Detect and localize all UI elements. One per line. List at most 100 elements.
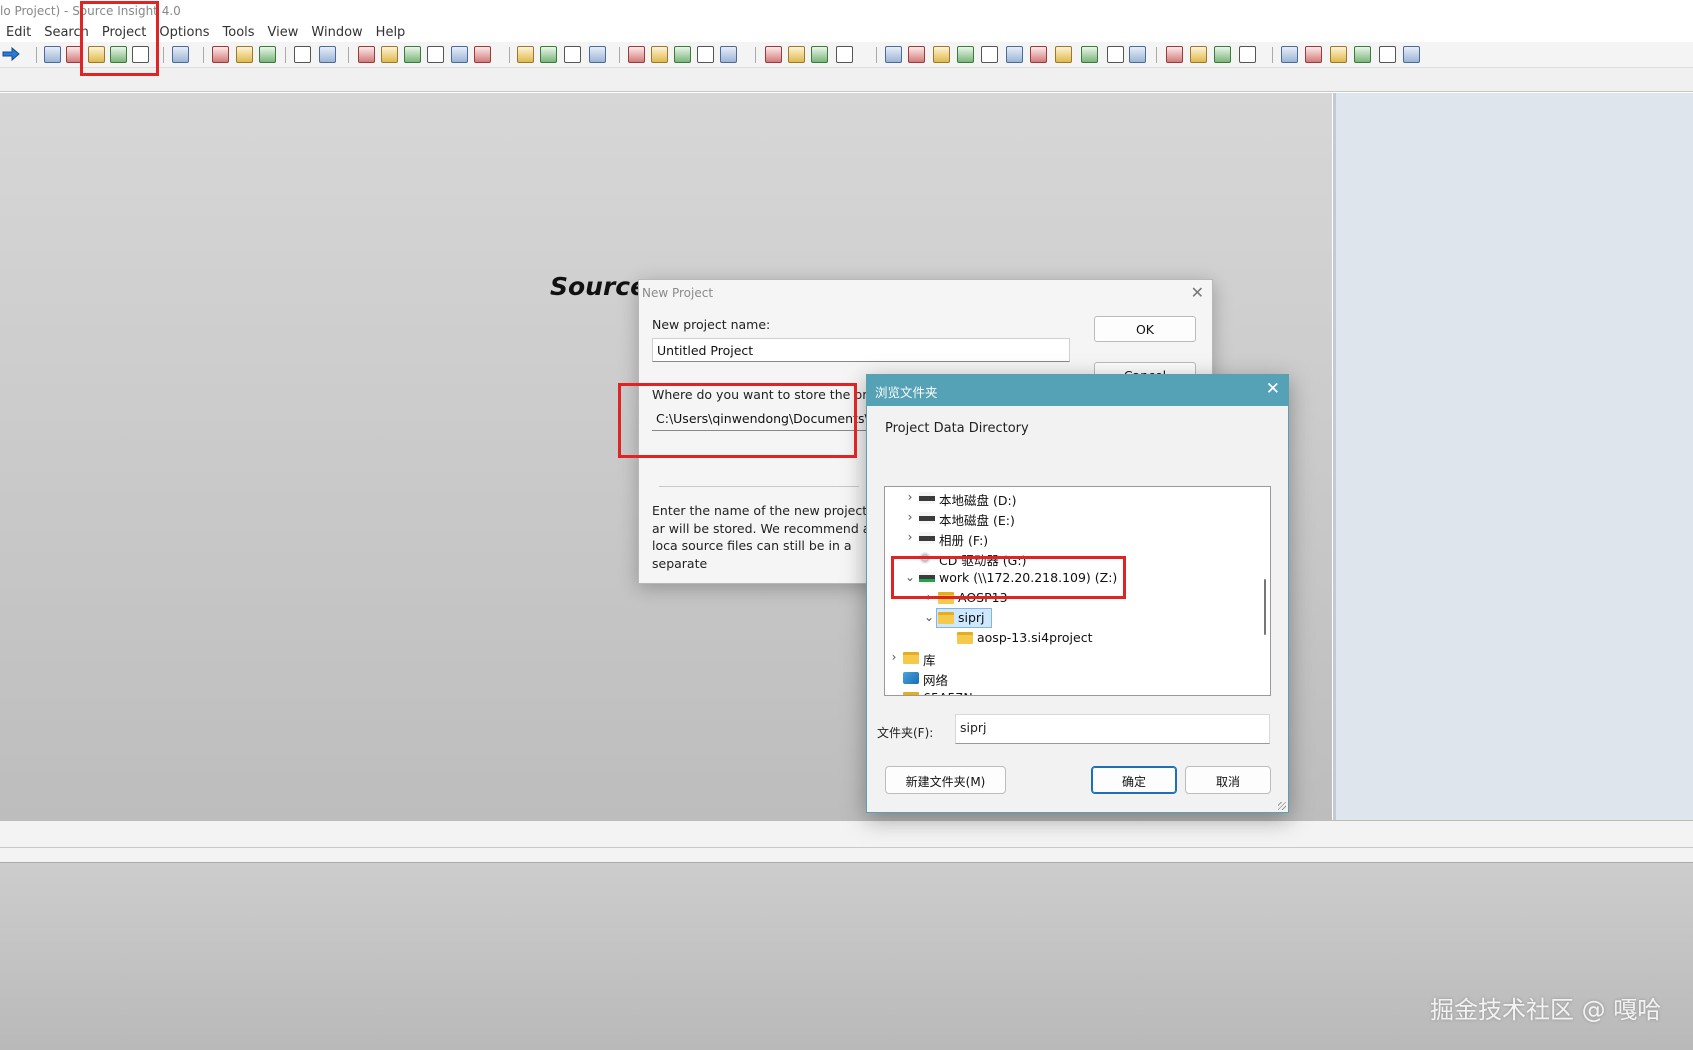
toolbar-button-icon[interactable]	[294, 46, 311, 63]
toolbar-button-icon[interactable]	[564, 46, 581, 63]
toolbar-button-icon[interactable]	[212, 46, 229, 63]
tree-item[interactable]: › 本地磁盘 (E:)	[885, 508, 1255, 528]
toolbar-button-icon[interactable]	[885, 46, 902, 63]
menu-bar: Edit Search Project Options Tools View W…	[0, 22, 1693, 42]
tree-item[interactable]: aosp-13.si4project	[885, 628, 1255, 648]
toolbar-button-icon[interactable]	[427, 46, 444, 63]
toolbar-button-icon[interactable]	[720, 46, 737, 63]
toolbar-button-icon[interactable]	[1214, 46, 1231, 63]
menu-tools[interactable]: Tools	[217, 22, 262, 42]
highlight-box-toolbar	[80, 1, 159, 76]
toolbar-button-icon[interactable]	[836, 46, 853, 63]
toolbar-button-icon[interactable]	[1330, 46, 1347, 63]
toolbar-button-icon[interactable]	[957, 46, 974, 63]
dialog-title: 浏览文件夹	[875, 385, 938, 400]
toolbar-button-icon[interactable]	[589, 46, 606, 63]
toolbar-button-icon[interactable]	[540, 46, 557, 63]
toolbar-button-icon[interactable]	[474, 46, 491, 63]
chevron-right-icon[interactable]: ›	[905, 530, 915, 544]
folder-icon	[938, 612, 954, 624]
toolbar-button-icon[interactable]	[933, 46, 950, 63]
toolbar-button-icon[interactable]	[358, 46, 375, 63]
toolbar-button-icon[interactable]	[788, 46, 805, 63]
drive-icon	[919, 512, 935, 524]
toolbar-button-icon[interactable]	[1305, 46, 1322, 63]
status-divider	[0, 847, 1693, 848]
drive-icon	[919, 492, 935, 504]
tree-item[interactable]: › 相册 (F:)	[885, 528, 1255, 548]
chevron-right-icon[interactable]: ›	[905, 510, 915, 524]
toolbar-button-icon[interactable]	[1166, 46, 1183, 63]
toolbar-separator	[619, 47, 620, 63]
description-text: Enter the name of the new project ar wil…	[652, 503, 871, 571]
tree-item-label: siprj	[958, 610, 985, 625]
toolbar-button-icon[interactable]	[1190, 46, 1207, 63]
drive-icon	[919, 532, 935, 544]
toolbar-button-icon[interactable]	[908, 46, 925, 63]
menu-view[interactable]: View	[262, 22, 306, 42]
toolbar-separator	[755, 47, 756, 63]
tree-item[interactable]: 网络	[885, 668, 1255, 688]
window-title: lo Project) - Source Insight 4.0	[0, 0, 1693, 22]
toolbar-button-icon[interactable]	[765, 46, 782, 63]
toolbar-separator	[1156, 47, 1157, 63]
toolbar-button-icon[interactable]	[1354, 46, 1371, 63]
status-bars	[0, 820, 1693, 863]
confirm-button[interactable]: 确定	[1091, 766, 1177, 794]
close-icon[interactable]: ✕	[1191, 283, 1204, 302]
toolbar-button-icon[interactable]	[1006, 46, 1023, 63]
toolbar-button-icon[interactable]	[1379, 46, 1396, 63]
project-name-input[interactable]: Untitled Project	[652, 338, 1070, 362]
toolbar-separator	[876, 47, 877, 63]
toolbar-button-icon[interactable]	[44, 46, 61, 63]
chevron-down-icon[interactable]: ⌄	[924, 610, 934, 624]
ok-button[interactable]: OK	[1094, 316, 1196, 342]
menu-edit[interactable]: Edit	[0, 22, 38, 42]
toolbar-button-icon[interactable]	[1107, 46, 1124, 63]
tree-item[interactable]: › 本地磁盘 (D:)	[885, 488, 1255, 508]
resize-grip[interactable]	[1278, 802, 1286, 810]
scrollbar[interactable]	[1264, 579, 1266, 635]
toolbar-button-icon[interactable]	[1081, 46, 1098, 63]
toolbar-button-icon[interactable]	[404, 46, 421, 63]
toolbar-button-icon[interactable]	[1403, 46, 1420, 63]
toolbar-button-icon[interactable]	[651, 46, 668, 63]
toolbar-band	[0, 68, 1693, 92]
menu-options[interactable]: Options	[153, 22, 216, 42]
splash-logo-text: Source	[550, 272, 648, 301]
toolbar-button-icon[interactable]	[674, 46, 691, 63]
tree-item[interactable]: › 库	[885, 648, 1255, 668]
toolbar-button-icon[interactable]	[517, 46, 534, 63]
toolbar-separator	[163, 47, 164, 63]
side-panel	[1333, 93, 1693, 820]
toolbar-button-icon[interactable]	[1030, 46, 1047, 63]
project-name-label: New project name:	[652, 317, 771, 332]
new-folder-button[interactable]: 新建文件夹(M)	[885, 766, 1006, 794]
toolbar-button-icon[interactable]	[697, 46, 714, 63]
toolbar-button-icon[interactable]	[451, 46, 468, 63]
chevron-right-icon[interactable]: ›	[889, 650, 899, 664]
tree-item[interactable]: ⌄ siprj	[885, 608, 1255, 628]
toolbar-button-icon[interactable]	[628, 46, 645, 63]
toolbar-button-icon[interactable]	[1239, 46, 1256, 63]
toolbar-separator	[348, 47, 349, 63]
toolbar-button-icon[interactable]	[236, 46, 253, 63]
toolbar-button-icon[interactable]	[319, 46, 336, 63]
go-forward-icon[interactable]	[2, 46, 20, 62]
toolbar-button-icon[interactable]	[172, 46, 189, 63]
toolbar-button-icon[interactable]	[1281, 46, 1298, 63]
toolbar-button-icon[interactable]	[381, 46, 398, 63]
menu-window[interactable]: Window	[305, 22, 369, 42]
chevron-right-icon[interactable]: ›	[905, 490, 915, 504]
close-icon[interactable]: ✕	[1266, 379, 1280, 399]
cancel-button[interactable]: 取消	[1185, 766, 1271, 794]
tree-item[interactable]: 65A57N	[885, 688, 1255, 695]
toolbar-button-icon[interactable]	[811, 46, 828, 63]
toolbar-button-icon[interactable]	[259, 46, 276, 63]
toolbar-button-icon[interactable]	[981, 46, 998, 63]
menu-help[interactable]: Help	[370, 22, 413, 42]
toolbar-button-icon[interactable]	[1055, 46, 1072, 63]
folder-input[interactable]: siprj	[955, 714, 1270, 744]
tree-item-label: 65A57N	[923, 690, 973, 695]
toolbar-button-icon[interactable]	[1129, 46, 1146, 63]
